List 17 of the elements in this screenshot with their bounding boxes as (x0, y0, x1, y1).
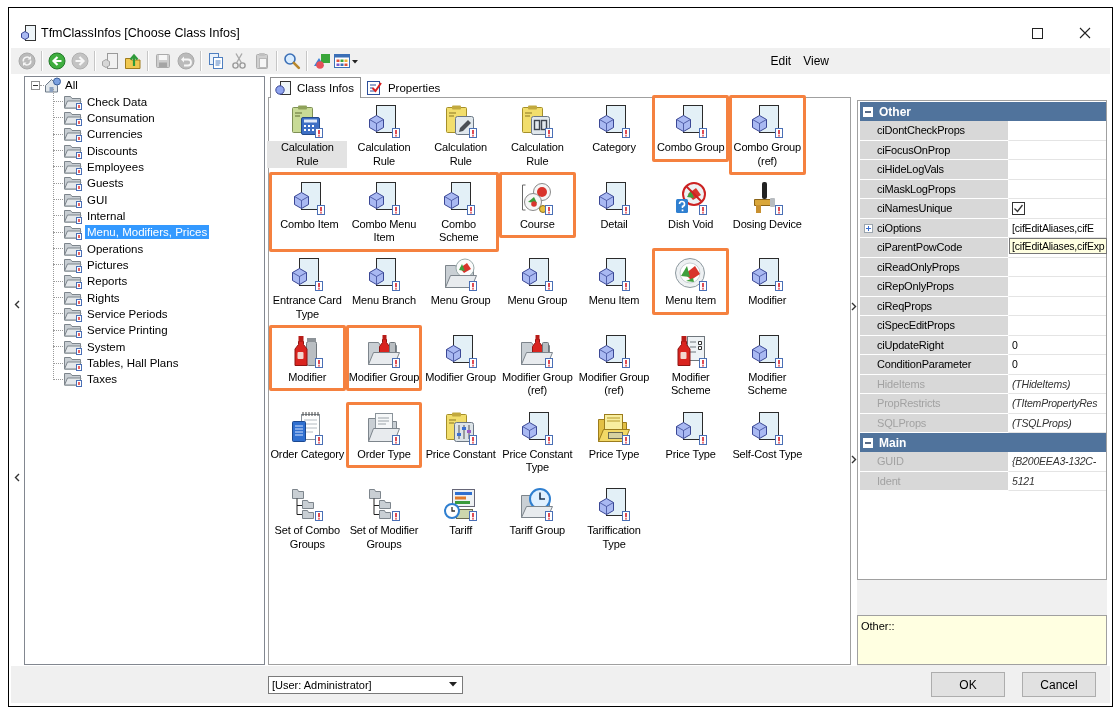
property-name: ciDontCheckProps (860, 121, 1008, 141)
property-name: ciNamesUnique (860, 199, 1008, 219)
property-name: ciSpecEditProps (860, 316, 1008, 336)
property-name: ciRepOnlyProps (860, 277, 1008, 297)
section-title: Main (879, 435, 907, 450)
property-name: ciReadOnlyProps (860, 257, 1008, 277)
description-panel: Other:: (857, 615, 1107, 665)
property-name: ciFocusOnProp (860, 140, 1008, 160)
property-name: ciReqProps (860, 296, 1008, 316)
property-name: ciHideLogVals (860, 160, 1008, 180)
window-title: TfmClassInfos [Choose Class Infos] (41, 26, 240, 40)
property-name: ciUpdateRight (860, 335, 1008, 355)
property-name: ConditionParameter (860, 355, 1008, 375)
tooltip: [cifEditAliases,cifExp (1009, 238, 1108, 254)
section-title: Other (879, 104, 911, 119)
property-name: ciParentPowCode (860, 238, 1008, 258)
property-name: ciMaskLogProps (860, 179, 1008, 199)
